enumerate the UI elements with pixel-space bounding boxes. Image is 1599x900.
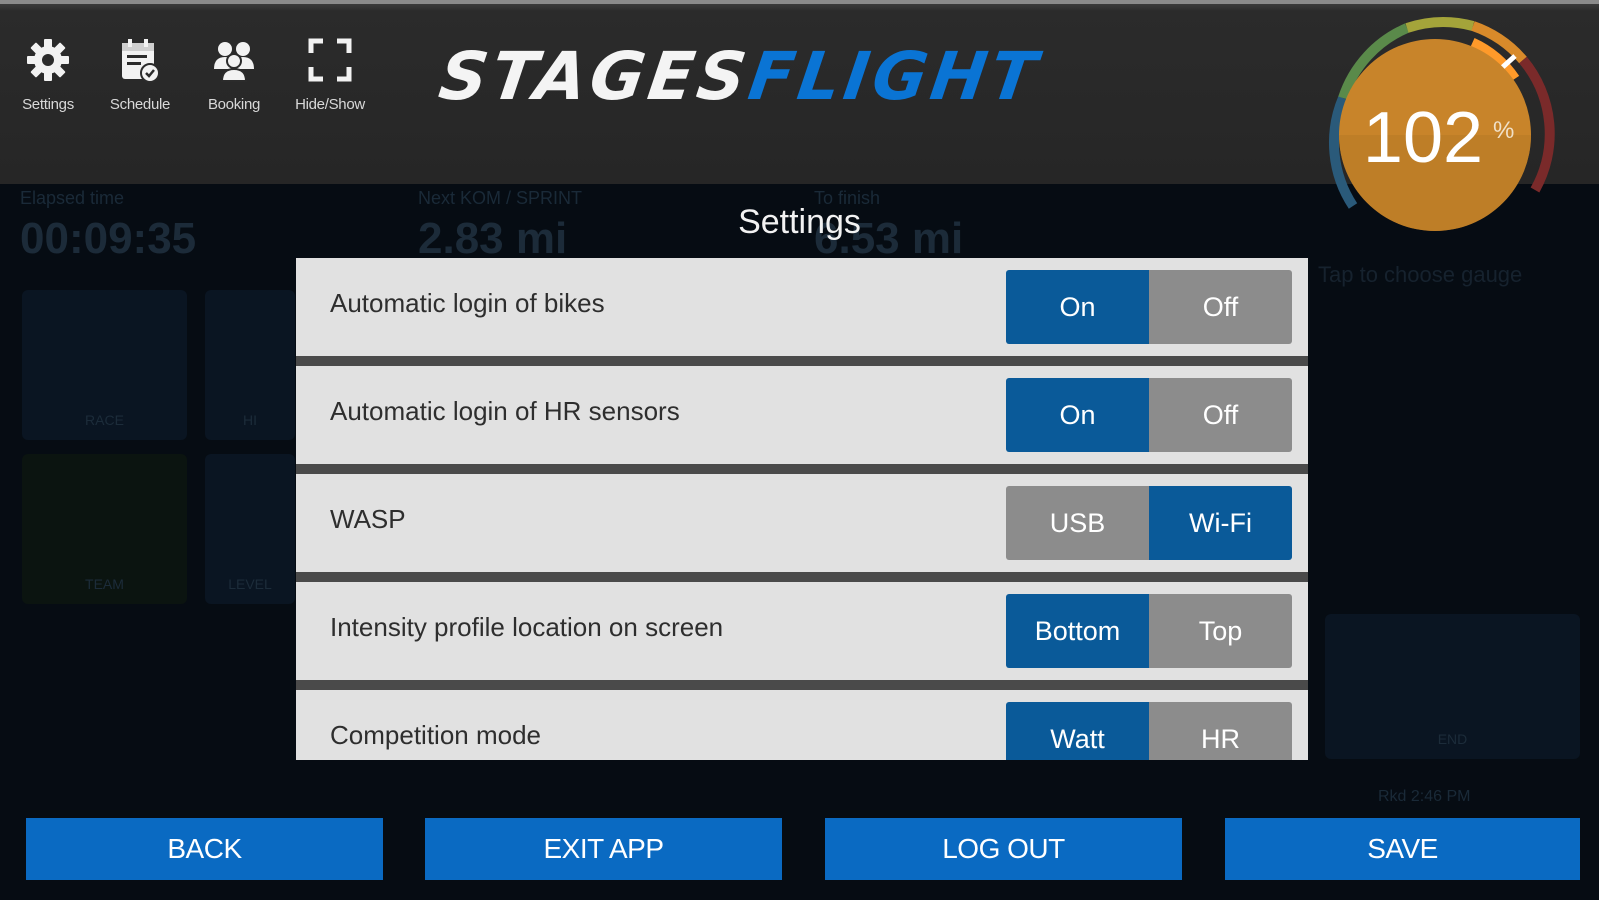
setting-label: Intensity profile location on screen — [330, 612, 724, 642]
hide-show-label: Hide/Show — [295, 96, 365, 113]
auto-login-hr-toggle: On Off — [1006, 378, 1292, 452]
setting-label: Competition mode — [330, 720, 541, 750]
intensity-top-option[interactable]: Top — [1149, 594, 1292, 668]
auto-login-hr-off-option[interactable]: Off — [1149, 378, 1292, 452]
booking-button[interactable]: Booking — [194, 34, 274, 124]
wasp-toggle: USB Wi-Fi — [1006, 486, 1292, 560]
race-tile[interactable]: RACE — [22, 290, 187, 440]
hide-show-button[interactable]: Hide/Show — [290, 34, 370, 124]
gear-icon — [24, 34, 72, 86]
schedule-label: Schedule — [109, 96, 171, 113]
gauge-unit: % — [1493, 117, 1514, 144]
booking-label: Booking — [207, 96, 261, 113]
competition-watt-option[interactable]: Watt — [1006, 702, 1149, 760]
settings-label: Settings — [22, 96, 74, 113]
competition-hr-option[interactable]: HR — [1149, 702, 1292, 760]
exit-app-button[interactable]: EXIT APP — [425, 818, 782, 880]
setting-label: Automatic login of HR sensors — [330, 396, 680, 426]
setting-row-auto-login-bikes: Automatic login of bikes On Off — [296, 258, 1308, 356]
end-tile[interactable]: END — [1325, 614, 1580, 759]
gauge-hint: Tap to choose gauge — [1318, 262, 1523, 287]
settings-button[interactable]: Settings — [8, 34, 88, 124]
setting-row-wasp: WASP USB Wi-Fi — [296, 474, 1308, 572]
auto-login-bikes-toggle: On Off — [1006, 270, 1292, 344]
save-button[interactable]: SAVE — [1225, 818, 1580, 880]
auto-login-bikes-on-option[interactable]: On — [1006, 270, 1149, 344]
competition-mode-toggle: Watt HR — [1006, 702, 1292, 760]
wasp-wifi-option[interactable]: Wi-Fi — [1149, 486, 1292, 560]
setting-row-auto-login-hr: Automatic login of HR sensors On Off — [296, 366, 1308, 464]
settings-dialog-title: Settings — [738, 203, 861, 241]
settings-panel: Automatic login of bikes On Off Automati… — [296, 258, 1308, 760]
booking-icon — [210, 34, 258, 86]
intensity-bottom-option[interactable]: Bottom — [1006, 594, 1149, 668]
setting-label: Automatic login of bikes — [330, 288, 605, 318]
clock-text: Rkd 2:46 PM — [1378, 788, 1471, 805]
auto-login-bikes-off-option[interactable]: Off — [1149, 270, 1292, 344]
auto-login-hr-on-option[interactable]: On — [1006, 378, 1149, 452]
stagesflight-logo: STAGESFLIGHT — [434, 38, 1045, 115]
fullscreen-icon — [306, 34, 354, 86]
gauge-value: 102 — [1363, 98, 1483, 178]
wasp-usb-option[interactable]: USB — [1006, 486, 1149, 560]
schedule-button[interactable]: Schedule — [100, 34, 180, 124]
team-tile[interactable]: TEAM — [22, 454, 187, 604]
level-tile[interactable]: LEVEL — [205, 454, 295, 604]
hi-tile[interactable]: HI — [205, 290, 295, 440]
setting-row-intensity-location: Intensity profile location on screen Bot… — [296, 582, 1308, 680]
setting-label: WASP — [330, 504, 406, 534]
log-out-button[interactable]: LOG OUT — [825, 818, 1182, 880]
schedule-icon — [116, 34, 164, 86]
intensity-location-toggle: Bottom Top — [1006, 594, 1292, 668]
back-button[interactable]: BACK — [26, 818, 383, 880]
setting-row-competition-mode: Competition mode Watt HR — [296, 690, 1308, 760]
